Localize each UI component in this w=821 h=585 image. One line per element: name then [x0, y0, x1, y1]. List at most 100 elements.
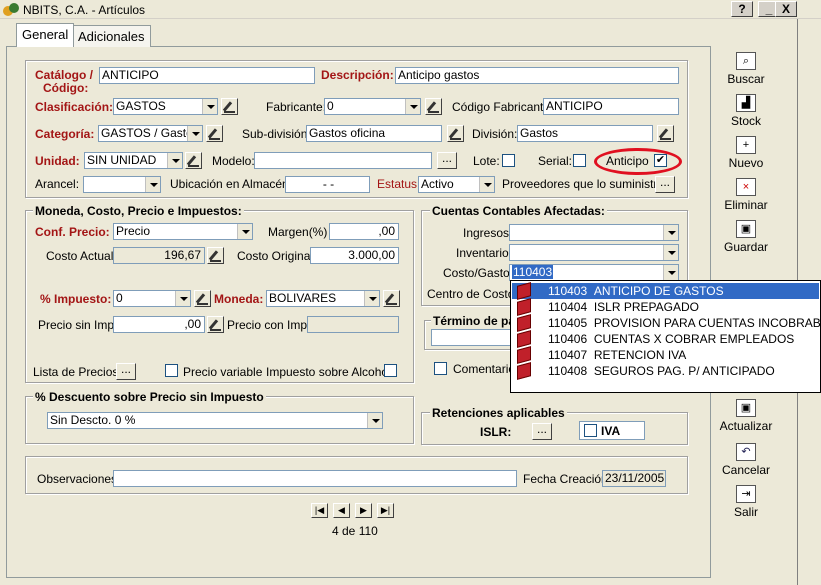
- lote-checkbox[interactable]: [502, 154, 515, 167]
- chevron-down-icon[interactable]: [364, 291, 379, 306]
- clasificacion-select[interactable]: GASTOS: [113, 98, 218, 115]
- guardar-button[interactable]: ▣ Guardar: [718, 220, 774, 254]
- chevron-down-icon[interactable]: [663, 225, 678, 240]
- edit-unidad-button[interactable]: [185, 152, 202, 169]
- first-record-icon[interactable]: |◀: [311, 503, 328, 518]
- help-button[interactable]: ?: [731, 1, 753, 17]
- estatus-select[interactable]: Activo: [418, 176, 495, 193]
- ingresos-select[interactable]: [509, 224, 679, 241]
- ubicacion-input[interactable]: - -: [285, 176, 370, 193]
- chevron-down-icon[interactable]: [145, 177, 160, 192]
- edit-clasificacion-button[interactable]: [221, 98, 238, 115]
- edit-subdivision-button[interactable]: [447, 125, 464, 142]
- chevron-down-icon[interactable]: [167, 153, 182, 168]
- chevron-down-icon[interactable]: [187, 126, 202, 141]
- edit-impuesto-button[interactable]: [194, 290, 211, 307]
- modelo-browse-button[interactable]: ...: [437, 152, 457, 169]
- iva-label: IVA: [601, 424, 621, 438]
- lista-precios-button[interactable]: ...: [116, 363, 136, 380]
- dropdown-item[interactable]: 110404 ISLR PREPAGADO: [512, 298, 819, 316]
- categoria-select[interactable]: GASTOS / Gasto: [98, 125, 203, 142]
- costo-actual-input: 196,67: [113, 247, 205, 264]
- dropdown-item[interactable]: 110406 CUENTAS X COBRAR EMPLEADOS: [512, 330, 819, 348]
- codigo-fabricante-input[interactable]: ANTICIPO: [543, 98, 679, 115]
- conf-precio-select[interactable]: Precio: [113, 223, 253, 240]
- edit-categoria-button[interactable]: [206, 125, 223, 142]
- tab-adicionales[interactable]: Adicionales: [72, 25, 151, 47]
- dropdown-item[interactable]: 110403 ANTICIPO DE GASTOS: [512, 282, 819, 300]
- moneda-value: BOLIVARES: [269, 291, 337, 305]
- precio-sin-input[interactable]: ,00: [113, 316, 205, 333]
- iva-checkbox[interactable]: [584, 424, 597, 437]
- salir-button[interactable]: ⇥ Salir: [718, 485, 774, 519]
- edit-division-button[interactable]: [657, 125, 674, 142]
- modelo-input[interactable]: [254, 152, 432, 169]
- impuesto-alcohol-checkbox[interactable]: [384, 364, 397, 377]
- margen-input[interactable]: ,00: [329, 223, 399, 240]
- comentario-label: Comentario: [453, 362, 516, 376]
- eliminar-button[interactable]: × Eliminar: [718, 178, 774, 212]
- chevron-down-icon[interactable]: [479, 177, 494, 192]
- edit-fabricante-button[interactable]: [425, 98, 442, 115]
- inventario-label: Inventario:: [456, 246, 513, 260]
- catalogo-input[interactable]: ANTICIPO: [99, 67, 315, 84]
- chevron-down-icon[interactable]: [367, 413, 382, 428]
- stock-button[interactable]: ▟ Stock: [718, 94, 774, 128]
- exit-door-icon: ⇥: [736, 485, 756, 503]
- costo-original-input[interactable]: 3.000,00: [310, 247, 399, 264]
- unidad-select[interactable]: SIN UNIDAD: [84, 152, 183, 169]
- precio-variable-checkbox[interactable]: [165, 364, 178, 377]
- arancel-select[interactable]: [83, 176, 161, 193]
- calendar-icon[interactable]: [207, 247, 224, 264]
- guardar-label: Guardar: [723, 240, 769, 254]
- buscar-button[interactable]: ⌕ Buscar: [718, 52, 774, 86]
- dropdown-item[interactable]: 110405 PROVISION PARA CUENTAS INCOBRABLE…: [512, 314, 821, 332]
- codigo-label: Código:: [43, 81, 89, 95]
- dropdown-item[interactable]: 110407 RETENCION IVA: [512, 346, 819, 364]
- descuento-select[interactable]: Sin Descto. 0 %: [47, 412, 383, 429]
- app-icon: [3, 2, 19, 17]
- next-record-icon[interactable]: ▶: [355, 503, 372, 518]
- impuesto-select[interactable]: 0: [113, 290, 191, 307]
- fabricante-select[interactable]: 0: [324, 98, 421, 115]
- actualizar-button[interactable]: ▣ Actualizar: [718, 399, 774, 433]
- serial-checkbox[interactable]: [573, 154, 586, 167]
- chevron-down-icon[interactable]: [202, 99, 217, 114]
- observaciones-input[interactable]: [113, 470, 517, 487]
- nuevo-button[interactable]: + Nuevo: [718, 136, 774, 170]
- moneda-select[interactable]: BOLIVARES: [266, 290, 380, 307]
- last-record-icon[interactable]: ▶|: [377, 503, 394, 518]
- precio-sin-label: Precio sin Imp.:: [38, 318, 121, 332]
- descripcion-input[interactable]: Anticipo gastos: [395, 67, 679, 84]
- islr-button[interactable]: ...: [532, 423, 552, 440]
- centro-costo-label: Centro de Costo:: [427, 287, 518, 301]
- close-button[interactable]: X: [775, 1, 797, 17]
- chevron-down-icon[interactable]: [663, 245, 678, 260]
- dropdown-item[interactable]: 110408 SEGUROS PAG. P/ ANTICIPADO: [512, 362, 819, 380]
- lote-label: Lote:: [473, 154, 500, 168]
- estatus-label: Estatus:: [377, 177, 421, 191]
- comentario-checkbox[interactable]: [434, 362, 447, 375]
- cancelar-button[interactable]: ↶ Cancelar: [718, 443, 774, 477]
- chevron-down-icon[interactable]: [405, 99, 420, 114]
- costo-gasto-dropdown-list[interactable]: 110403 ANTICIPO DE GASTOS 110404 ISLR PR…: [510, 280, 821, 393]
- subdivision-input[interactable]: Gastos oficina: [306, 125, 442, 142]
- dropdown-item-label: 110406 CUENTAS X COBRAR EMPLEADOS: [548, 332, 795, 346]
- tab-general[interactable]: General: [16, 23, 75, 47]
- chevron-down-icon[interactable]: [663, 265, 678, 280]
- chevron-down-icon[interactable]: [237, 224, 252, 239]
- moneda-title: Moneda, Costo, Precio e Impuestos:: [33, 204, 244, 218]
- proveedores-button[interactable]: ...: [655, 176, 675, 193]
- costo-gasto-select[interactable]: 110403: [509, 264, 679, 281]
- edit-moneda-button[interactable]: [383, 290, 400, 307]
- categoria-value: GASTOS / Gasto: [101, 126, 193, 140]
- retenciones-title: Retenciones aplicables: [430, 406, 567, 420]
- inventario-select[interactable]: [509, 244, 679, 261]
- ingresos-label: Ingresos:: [463, 226, 513, 240]
- book-icon: [517, 314, 531, 332]
- calendar-icon[interactable]: [207, 316, 224, 333]
- division-input[interactable]: Gastos: [517, 125, 653, 142]
- chevron-down-icon[interactable]: [175, 291, 190, 306]
- termino-input[interactable]: [431, 329, 517, 346]
- prev-record-icon[interactable]: ◀: [333, 503, 350, 518]
